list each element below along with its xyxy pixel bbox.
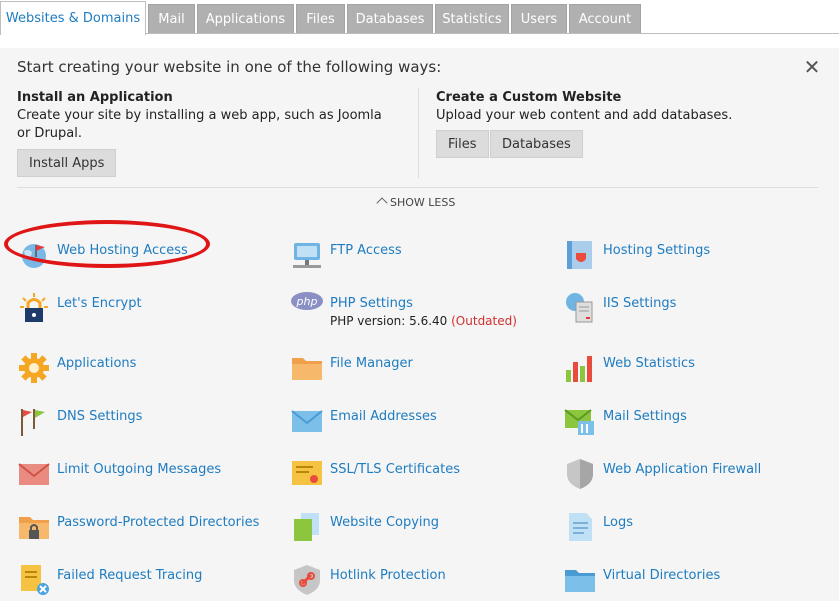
hotlink-icon xyxy=(294,565,320,595)
chevron-up-icon xyxy=(376,197,388,209)
dns-flags-icon xyxy=(21,409,45,436)
certificate-icon xyxy=(292,461,322,485)
tool-label: Web Hosting Access xyxy=(57,243,188,258)
tool-label: Mail Settings xyxy=(603,409,687,424)
iis-icon xyxy=(566,293,593,323)
tab-users[interactable]: Users xyxy=(511,4,567,33)
log-icon xyxy=(569,513,592,541)
tool-label: Password-Protected Directories xyxy=(57,515,260,530)
lock-icon xyxy=(20,293,48,322)
tool-label: Failed Request Tracing xyxy=(57,568,203,583)
tab-statistics[interactable]: Statistics xyxy=(435,4,509,33)
folder-icon xyxy=(292,358,322,380)
gear-icon xyxy=(19,353,49,383)
panel-divider xyxy=(17,187,818,188)
tool-label: File Manager xyxy=(330,356,413,371)
tab-bar: Websites & Domains Mail Applications Fil… xyxy=(0,0,839,35)
custom-website-desc: Upload your web content and add database… xyxy=(436,108,733,123)
tool-label: Hotlink Protection xyxy=(330,568,446,583)
tool-label: Logs xyxy=(603,515,633,530)
tool-label: Hosting Settings xyxy=(603,243,711,258)
tool-label: Website Copying xyxy=(330,515,440,530)
tool-label: FTP Access xyxy=(330,243,402,258)
files-button[interactable]: Files xyxy=(436,130,489,158)
install-apps-button[interactable]: Install Apps xyxy=(17,149,117,177)
locked-folder-icon xyxy=(19,517,49,539)
tab-account[interactable]: Account xyxy=(569,4,641,33)
failed-request-icon xyxy=(21,565,49,595)
tool-label: Web Statistics xyxy=(603,356,695,371)
databases-button[interactable]: Databases xyxy=(490,130,583,158)
tool-label: Limit Outgoing Messages xyxy=(57,462,222,477)
php-outdated-badge: (Outdated) xyxy=(451,314,517,328)
copy-icon xyxy=(294,513,319,541)
hosting-settings-icon xyxy=(567,241,592,269)
column-divider xyxy=(418,88,419,178)
tool-label: DNS Settings xyxy=(57,409,143,424)
ftp-icon xyxy=(293,243,321,268)
tool-label: PHP Settings xyxy=(330,296,413,311)
tab-websites-domains[interactable]: Websites & Domains xyxy=(0,1,146,35)
tool-label: Web Application Firewall xyxy=(603,462,762,477)
web-hosting-icon xyxy=(22,244,46,268)
custom-website-title: Create a Custom Website xyxy=(436,90,622,105)
php-icon: php xyxy=(291,292,323,310)
tool-label: IIS Settings xyxy=(603,296,677,311)
mail-settings-icon xyxy=(564,409,594,435)
tool-label: Applications xyxy=(57,356,137,371)
bar-chart-icon xyxy=(566,356,592,382)
tab-mail[interactable]: Mail xyxy=(148,4,195,33)
show-less-label: SHOW LESS xyxy=(390,196,456,209)
tab-applications[interactable]: Applications xyxy=(197,4,294,33)
virtual-folder-icon xyxy=(565,570,595,592)
svg-text:php: php xyxy=(296,295,318,308)
panel-title: Start creating your website in one of th… xyxy=(17,58,442,76)
tab-databases[interactable]: Databases xyxy=(347,4,433,33)
install-app-title: Install an Application xyxy=(17,90,173,105)
envelope-red-icon xyxy=(18,463,50,485)
envelope-icon xyxy=(291,410,323,432)
tab-files[interactable]: Files xyxy=(296,4,345,33)
close-icon[interactable]: ✕ xyxy=(803,57,821,77)
tool-label: Email Addresses xyxy=(330,409,437,424)
show-less-toggle[interactable]: SHOW LESS xyxy=(376,196,456,209)
tool-label: SSL/TLS Certificates xyxy=(330,462,460,477)
tool-label: Let's Encrypt xyxy=(57,296,142,311)
php-version-text: PHP version: 5.6.40 (Outdated) xyxy=(330,314,517,328)
shield-icon xyxy=(567,459,593,489)
php-version-label: PHP version: 5.6.40 xyxy=(330,314,448,328)
tool-label: Virtual Directories xyxy=(603,568,721,583)
install-app-desc: Create your site by installing a web app… xyxy=(17,108,382,141)
